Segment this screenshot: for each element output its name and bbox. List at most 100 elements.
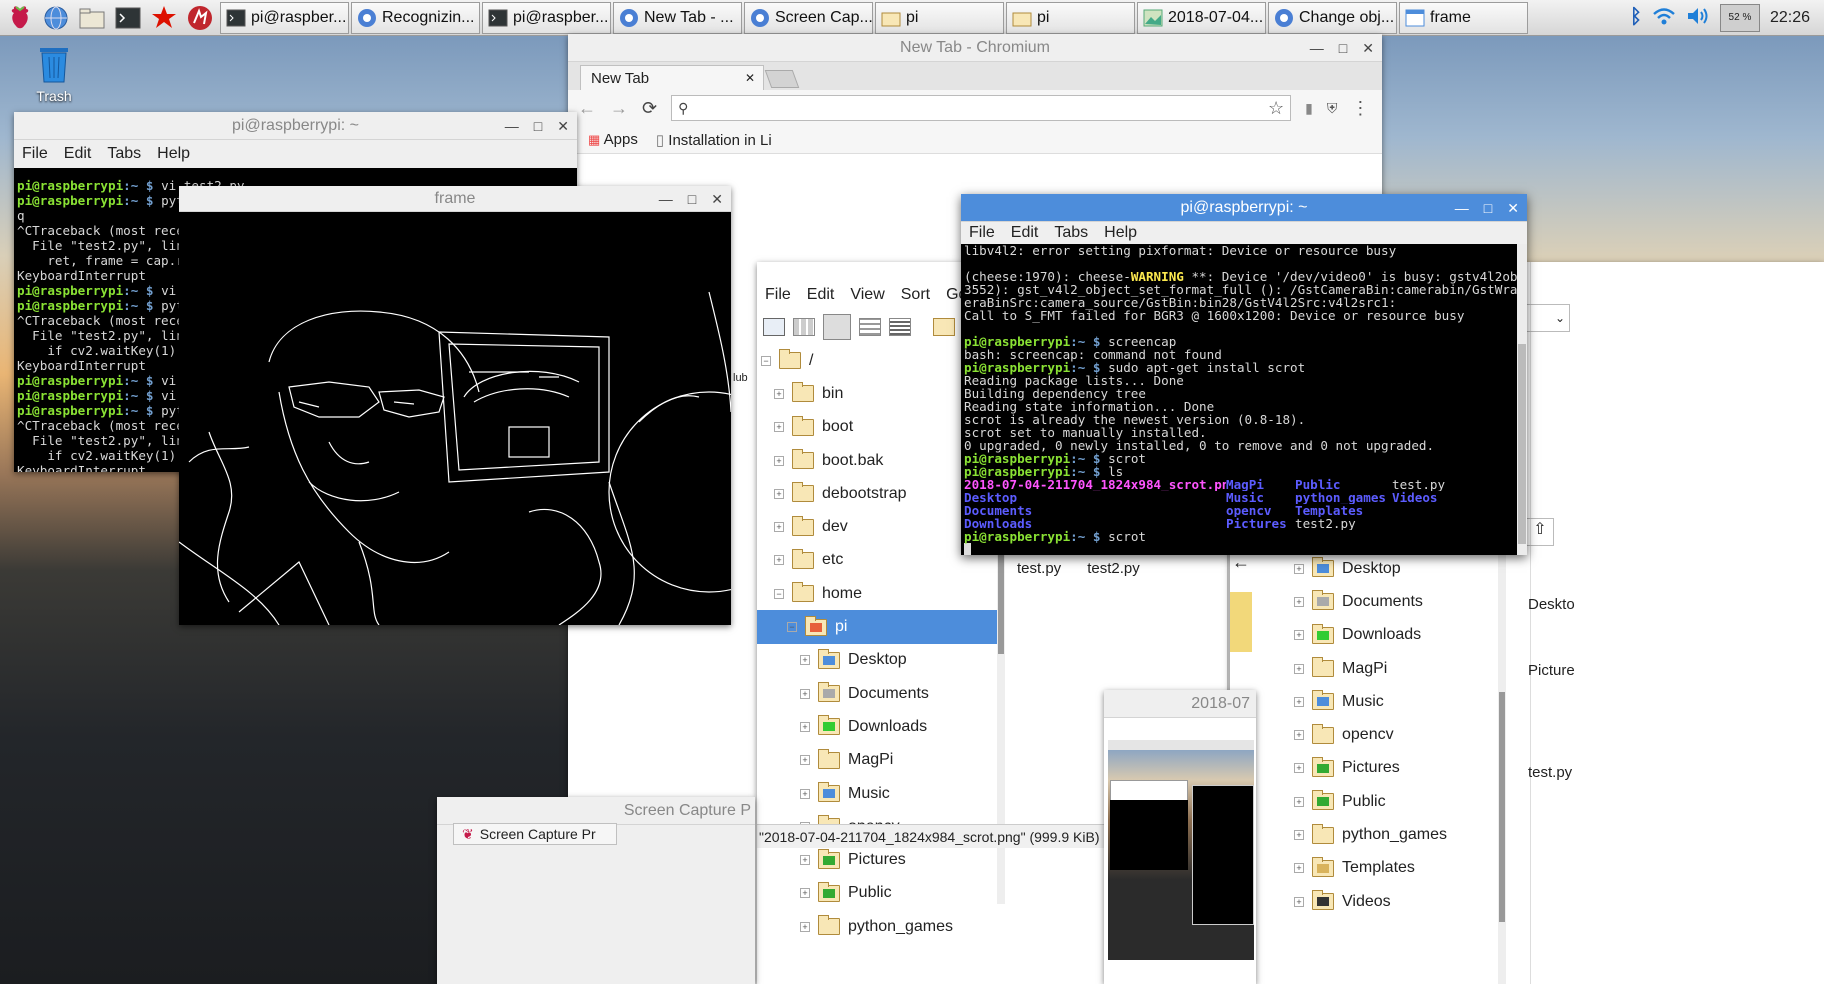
- list-view-icon[interactable]: [889, 318, 911, 336]
- minimize-button[interactable]: —: [1455, 200, 1469, 216]
- partial-file-label[interactable]: Deskto: [1528, 597, 1575, 663]
- expand-icon[interactable]: +: [1294, 663, 1304, 674]
- menu-edit[interactable]: Edit: [64, 145, 92, 163]
- terminal-back-titlebar[interactable]: pi@raspberrypi: ~ — □ ✕: [14, 112, 577, 140]
- tree-item-python_games[interactable]: + python_games: [1280, 818, 1520, 851]
- forward-icon[interactable]: →: [610, 98, 628, 119]
- collapse-icon[interactable]: −: [774, 588, 784, 599]
- tree-item-public[interactable]: + Public: [757, 877, 997, 910]
- expand-icon[interactable]: +: [800, 888, 810, 899]
- expand-icon[interactable]: +: [800, 788, 810, 799]
- new-window-icon[interactable]: [763, 318, 785, 336]
- tree-item-opencv[interactable]: + opencv: [1280, 718, 1520, 751]
- menu-edit[interactable]: Edit: [807, 286, 835, 304]
- thumbnail-view-icon[interactable]: [823, 314, 851, 340]
- file-item[interactable]: test2.py: [1087, 560, 1140, 577]
- address-input[interactable]: [694, 100, 1268, 116]
- bookmark-installation[interactable]: ▯ Installation in Li: [656, 131, 772, 149]
- ublock-icon[interactable]: ⛨: [1327, 100, 1338, 117]
- menu-tabs[interactable]: Tabs: [107, 145, 141, 163]
- maximize-button[interactable]: □: [688, 191, 696, 207]
- expand-icon[interactable]: +: [1294, 730, 1304, 741]
- tab-close-icon[interactable]: ✕: [745, 71, 755, 85]
- taskbar-task[interactable]: New Tab - ...: [613, 1, 742, 34]
- menu-file[interactable]: File: [969, 224, 995, 242]
- screen-capture-titlebar[interactable]: Screen Capture P: [437, 797, 755, 825]
- compact-view-icon[interactable]: [859, 318, 881, 336]
- maximize-button[interactable]: □: [1339, 40, 1347, 56]
- wifi-icon[interactable]: [1652, 6, 1676, 30]
- bluetooth-icon[interactable]: ᛒ: [1630, 6, 1642, 29]
- up-arrow-icon[interactable]: ⇧: [1526, 518, 1554, 546]
- minimize-button[interactable]: —: [505, 118, 519, 134]
- tree-item-documents[interactable]: + Documents: [1280, 585, 1520, 618]
- minimize-button[interactable]: —: [659, 191, 673, 207]
- close-button[interactable]: ✕: [711, 191, 723, 208]
- frame-titlebar[interactable]: frame — □ ✕: [179, 186, 731, 212]
- tree-item-home[interactable]: − home: [757, 577, 997, 610]
- taskbar-task[interactable]: Change obj...: [1268, 1, 1397, 34]
- partial-file-label[interactable]: Picture: [1528, 663, 1575, 729]
- taskbar-task[interactable]: pi: [875, 1, 1004, 34]
- tree-item-downloads[interactable]: + Downloads: [1280, 619, 1520, 652]
- menu-help[interactable]: Help: [1104, 224, 1137, 242]
- taskbar-task[interactable]: pi@raspber...: [220, 1, 349, 34]
- close-button[interactable]: ✕: [1507, 200, 1519, 217]
- maximize-button[interactable]: □: [1484, 200, 1492, 216]
- omnibox[interactable]: ⚲ ☆: [671, 95, 1292, 121]
- terminal-front-output[interactable]: libv4l2: error setting pixformat: Device…: [961, 244, 1517, 555]
- wolfram-launcher[interactable]: [184, 3, 216, 33]
- expand-icon[interactable]: +: [800, 721, 810, 732]
- tree-item-magpi[interactable]: + MagPi: [1280, 652, 1520, 685]
- tree-item-music[interactable]: + Music: [1280, 685, 1520, 718]
- expand-icon[interactable]: +: [800, 855, 810, 866]
- volume-icon[interactable]: [1686, 6, 1710, 30]
- expand-icon[interactable]: +: [774, 522, 784, 533]
- bookmark-apps[interactable]: ▦ Apps: [588, 131, 638, 148]
- web-browser-launcher[interactable]: [40, 3, 72, 33]
- tree-item-pictures[interactable]: + Pictures: [757, 843, 997, 876]
- new-tab-button[interactable]: [764, 70, 800, 88]
- extension-icon[interactable]: ▮: [1305, 100, 1313, 117]
- expand-icon[interactable]: +: [1294, 596, 1304, 607]
- reload-icon[interactable]: ⟳: [642, 98, 657, 119]
- expand-icon[interactable]: +: [774, 388, 784, 399]
- taskbar-task[interactable]: Recognizin...: [351, 1, 480, 34]
- expand-icon[interactable]: +: [774, 555, 784, 566]
- expand-icon[interactable]: +: [1294, 796, 1304, 807]
- collapse-icon[interactable]: −: [761, 355, 771, 366]
- taskbar-task[interactable]: pi@raspber...: [482, 1, 611, 34]
- menu-edit[interactable]: Edit: [1011, 224, 1039, 242]
- raspberry-menu-button[interactable]: [4, 3, 36, 33]
- tree-scrollbar-2[interactable]: [1498, 532, 1506, 984]
- collapse-icon[interactable]: −: [787, 622, 797, 633]
- close-button[interactable]: ✕: [1362, 40, 1374, 57]
- expand-icon[interactable]: +: [774, 488, 784, 499]
- back-arrow-icon[interactable]: ←: [1230, 552, 1252, 582]
- menu-tabs[interactable]: Tabs: [1054, 224, 1088, 242]
- expand-icon[interactable]: +: [774, 455, 784, 466]
- taskbar-task[interactable]: pi: [1006, 1, 1135, 34]
- expand-icon[interactable]: +: [800, 655, 810, 666]
- image-viewer-titlebar[interactable]: 2018-07: [1104, 690, 1256, 718]
- expand-icon[interactable]: +: [1294, 630, 1304, 641]
- menu-file[interactable]: File: [22, 145, 48, 163]
- maximize-button[interactable]: □: [534, 118, 542, 134]
- path-dropdown[interactable]: ⌄: [1526, 304, 1570, 332]
- tree-item-videos[interactable]: + Videos: [1280, 885, 1520, 918]
- back-icon[interactable]: ←: [578, 98, 596, 119]
- mathematica-launcher[interactable]: [148, 3, 180, 33]
- expand-icon[interactable]: +: [1294, 863, 1304, 874]
- terminal-scrollbar[interactable]: [1517, 244, 1527, 555]
- trash-desktop-icon[interactable]: Trash: [30, 44, 78, 104]
- expand-icon[interactable]: +: [1294, 696, 1304, 707]
- tree-item-pythongames[interactable]: + python_games: [757, 910, 997, 943]
- tree-item-desktop[interactable]: + Desktop: [1280, 552, 1520, 585]
- taskbar-task[interactable]: Screen Cap...: [744, 1, 873, 34]
- expand-icon[interactable]: +: [800, 688, 810, 699]
- tree-item-pictures[interactable]: + Pictures: [1280, 752, 1520, 785]
- expand-icon[interactable]: +: [800, 921, 810, 932]
- expand-icon[interactable]: +: [800, 755, 810, 766]
- icon-view-icon[interactable]: [793, 318, 815, 336]
- file-manager-launcher[interactable]: [76, 3, 108, 33]
